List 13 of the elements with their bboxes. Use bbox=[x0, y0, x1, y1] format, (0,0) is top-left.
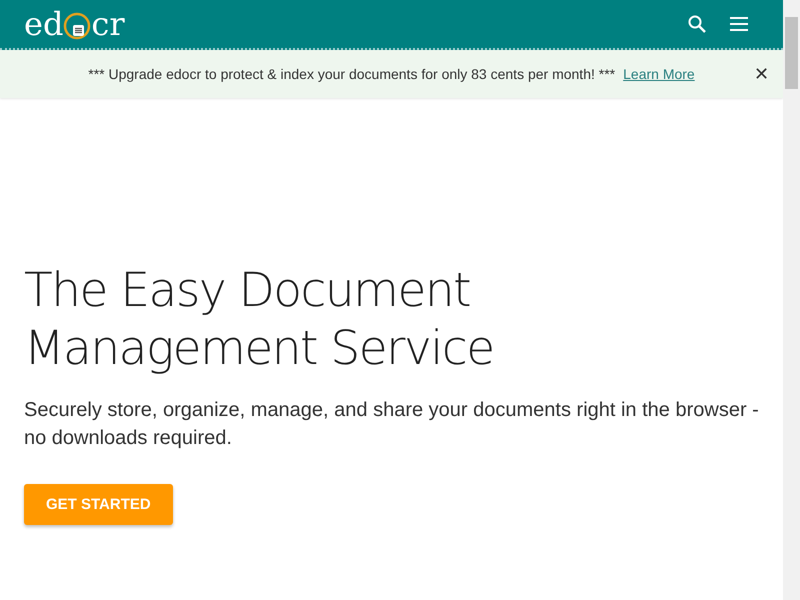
logo-text: ed bbox=[24, 8, 64, 40]
menu-icon[interactable] bbox=[729, 16, 749, 32]
close-button[interactable]: ✕ bbox=[752, 63, 771, 85]
learn-more-link[interactable]: Learn More bbox=[623, 66, 695, 82]
scrollbar[interactable] bbox=[783, 0, 800, 600]
search-icon[interactable] bbox=[687, 14, 707, 34]
banner-message: *** Upgrade edocr to protect & index your documents for only 83 cents per month! *** bbox=[88, 66, 616, 82]
hero-title: The Easy Document Management Service bbox=[24, 262, 495, 378]
document-circle-icon bbox=[62, 11, 92, 41]
hero-subtitle: Securely store, organize, manage, and share your documents right in the browser - no downloads required. bbox=[24, 398, 759, 451]
logo-text: cr bbox=[91, 8, 125, 40]
scrollbar-thumb[interactable] bbox=[785, 17, 798, 89]
get-started-button[interactable]: GET STARTED bbox=[24, 484, 173, 525]
